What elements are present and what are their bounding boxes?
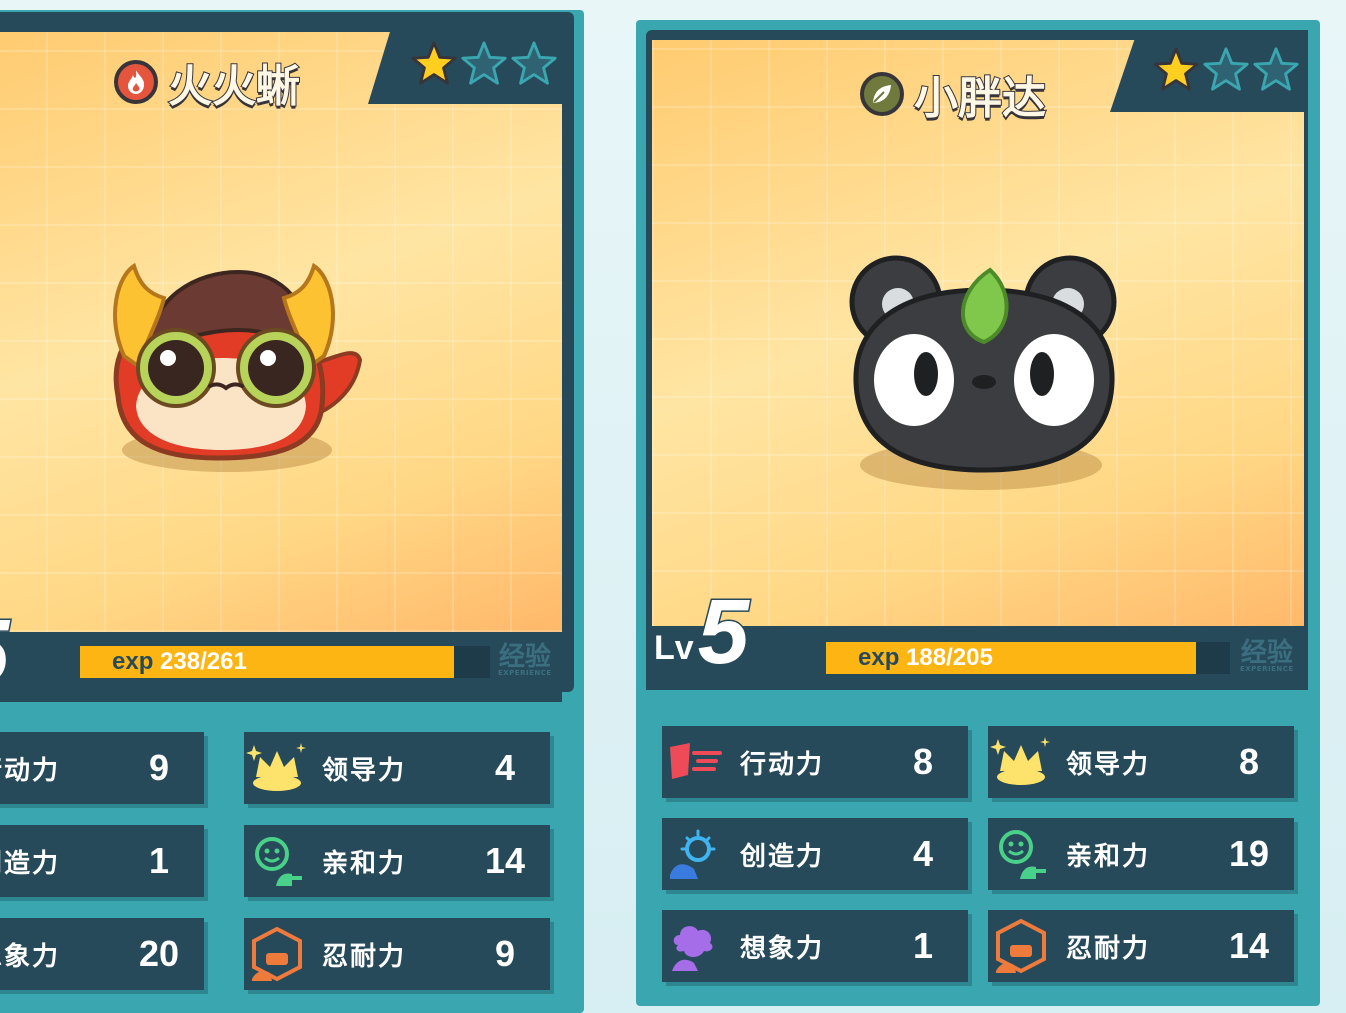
- exp-caption-en: EXPERIENCE: [1240, 665, 1294, 673]
- pet-name: 火火蜥: [167, 60, 301, 113]
- exp-caption-cn: 经验: [1240, 638, 1293, 668]
- stat-value: 8: [912, 741, 934, 782]
- stat-imagination: 想象力 20: [0, 918, 204, 990]
- stat-label: 亲和力: [322, 848, 407, 879]
- smile-icon: [255, 837, 302, 886]
- stat-value: 4: [912, 833, 934, 874]
- stat-label: 行动力: [0, 755, 61, 786]
- stat-action: 行动力 9: [0, 732, 204, 804]
- stat-label: 忍耐力: [322, 941, 407, 972]
- stat-value: 1: [912, 925, 934, 966]
- exp-label: exp: [112, 648, 154, 675]
- star-empty-icon: [1203, 47, 1249, 91]
- level-number: 5: [696, 581, 750, 683]
- star-filled-icon: [1153, 47, 1199, 91]
- stat-value: 4: [494, 747, 516, 788]
- crown-icon: [246, 743, 306, 791]
- pet-name-title: 火火蜥: [114, 50, 301, 114]
- stat-value: 20: [138, 933, 180, 974]
- exp-current: 238: [160, 648, 201, 675]
- stat-value: 1: [148, 840, 170, 881]
- cloud-icon: [672, 926, 713, 971]
- pet-name: 小胖达: [913, 72, 1047, 125]
- stat-action: 行动力 8: [662, 726, 968, 798]
- stat-endurance: 忍耐力 14: [988, 910, 1294, 982]
- stat-imagination: 想象力 1: [662, 910, 968, 982]
- fire-type-icon: [114, 60, 158, 104]
- running-icon: [670, 743, 722, 779]
- exp-bar: exp 188/205: [826, 642, 1230, 674]
- stat-label: 忍耐力: [1066, 933, 1151, 964]
- shield-icon: [996, 918, 1046, 974]
- exp-max: 205: [952, 644, 993, 671]
- stat-creativity: 创造力 4: [662, 818, 968, 890]
- stat-leadership: 领导力 8: [988, 726, 1294, 798]
- stat-label: 亲和力: [1066, 841, 1151, 872]
- level-prefix: Lv: [654, 629, 694, 667]
- star-rating: [1152, 46, 1300, 94]
- exp-label: exp: [858, 644, 900, 671]
- exp-caption-en: EXPERIENCE: [498, 669, 552, 677]
- stat-value: 9: [494, 933, 516, 974]
- lightbulb-icon: [670, 829, 716, 879]
- pet-name-title: 小胖达: [860, 62, 1047, 126]
- exp-caption-cn: 经验: [498, 642, 551, 672]
- leaf-type-icon: [860, 72, 904, 116]
- stat-value: 14: [1228, 925, 1270, 966]
- star-empty-icon: [461, 41, 507, 85]
- stat-affinity: 亲和力 19: [988, 818, 1294, 890]
- stat-label: 领导力: [1066, 749, 1151, 780]
- exp-bar: exp 238/261: [80, 646, 490, 678]
- exp-max: 261: [206, 648, 247, 675]
- exp-current: 188: [906, 644, 947, 671]
- stat-value: 9: [148, 747, 170, 788]
- star-filled-icon: [411, 41, 457, 85]
- exp-text: exp 238/261: [112, 648, 247, 675]
- stat-value: 14: [484, 840, 526, 881]
- stat-endurance: 忍耐力 9: [244, 918, 550, 990]
- stat-label: 领导力: [322, 755, 407, 786]
- star-empty-icon: [511, 41, 557, 85]
- pet-card-xiaopangda[interactable]: 小胖达 Lv 5 exp 188/205 经验 EXPERIENCE 行动力 8…: [636, 20, 1320, 1006]
- star-rating: [410, 40, 558, 88]
- pet-card-huohuoxi[interactable]: 火火蜥 5 exp 238/261 经验 EXPERIENCE: [0, 10, 584, 1013]
- stat-value: 19: [1228, 833, 1270, 874]
- xiaopangda-creature-image: [849, 255, 1117, 473]
- stat-label: 想象力: [0, 941, 61, 972]
- stat-creativity: 创造力 1: [0, 825, 204, 897]
- stat-label: 创造力: [0, 848, 61, 879]
- stat-leadership: 领导力 4: [244, 732, 550, 804]
- stat-affinity: 亲和力 14: [244, 825, 550, 897]
- stat-label: 行动力: [740, 749, 825, 780]
- stat-value: 8: [1238, 741, 1260, 782]
- level-number: 5: [0, 601, 11, 703]
- crown-icon: [990, 737, 1050, 785]
- huohuoxi-creature-image: [113, 262, 363, 461]
- smile-icon: [999, 830, 1046, 879]
- exp-caption: 经验 EXPERIENCE: [1240, 640, 1294, 673]
- stat-label: 创造力: [740, 841, 825, 872]
- level-display: Lv 5: [654, 581, 750, 683]
- stat-label: 想象力: [740, 933, 825, 964]
- star-empty-icon: [1253, 47, 1299, 91]
- exp-caption: 经验 EXPERIENCE: [498, 644, 552, 677]
- level-display: 5: [0, 605, 11, 700]
- exp-text: exp 188/205: [858, 644, 993, 671]
- shield-icon: [252, 926, 302, 982]
